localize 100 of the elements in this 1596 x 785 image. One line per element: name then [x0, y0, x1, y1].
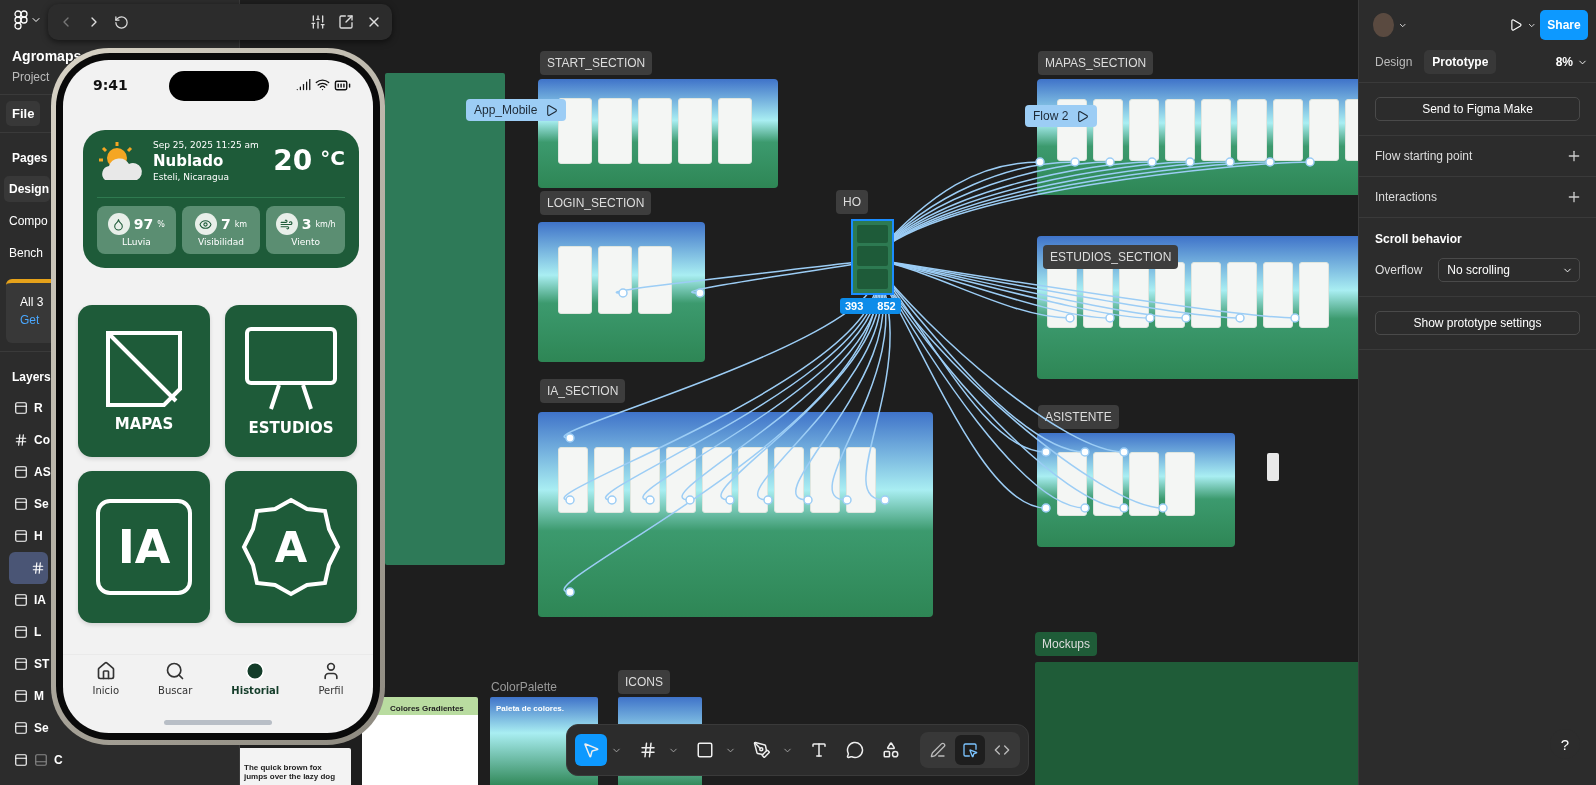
panel-tab[interactable]: Design: [1367, 50, 1421, 74]
connection-dot: [1080, 447, 1090, 457]
comment-icon: [846, 741, 864, 759]
connection-dot: [1041, 447, 1051, 457]
phone-mockup: [1267, 453, 1279, 481]
stat-label: Viento: [291, 237, 321, 247]
page-item[interactable]: Bench: [4, 240, 45, 266]
frame-label: HO: [836, 190, 868, 214]
layer-item[interactable]: C: [6, 744, 63, 776]
nav-label: Buscar: [158, 685, 193, 696]
drop-icon: [112, 217, 126, 231]
flow-tag[interactable]: App_Mobile: [466, 99, 567, 121]
page-item[interactable]: Compo: [4, 208, 49, 234]
section-label: ASISTENTE: [1038, 405, 1119, 429]
figma-logo-icon[interactable]: [14, 10, 28, 30]
screen-thumbnail: [1165, 99, 1195, 161]
mode-button[interactable]: [955, 735, 985, 765]
screen-thumbnail: [718, 98, 752, 164]
layer-item[interactable]: Co: [6, 424, 50, 456]
layer-item[interactable]: [9, 552, 48, 584]
layer-name: C: [54, 753, 63, 767]
screen-thumbnail: [594, 447, 624, 513]
nav-item[interactable]: Historial: [231, 661, 280, 714]
screen-thumbnail: [598, 98, 632, 164]
section-label: IA_SECTION: [540, 379, 626, 403]
screen-thumbnail: [774, 447, 804, 513]
section-label: Mockups: [1035, 632, 1098, 656]
send-to-make-button[interactable]: Send to Figma Make: [1375, 97, 1580, 121]
status-time: 9:41: [93, 77, 128, 93]
frame-icon: [31, 561, 45, 575]
menu-tile[interactable]: A: [225, 471, 357, 623]
connection-dot: [1181, 313, 1191, 323]
menu-tile[interactable]: ESTUDIOS: [225, 305, 357, 457]
stat-label: Visibilidad: [198, 237, 244, 247]
add-icon[interactable]: [1566, 148, 1582, 164]
layer-item[interactable]: H: [6, 520, 43, 552]
pen-icon: [753, 741, 771, 759]
section-title: Flow starting point: [1375, 149, 1473, 163]
project-name: Agromaps: [12, 48, 83, 64]
wind-icon: [280, 217, 294, 231]
connection-dot: [1235, 313, 1245, 323]
nav-item[interactable]: Buscar: [158, 661, 193, 714]
screen-thumbnail: [1273, 99, 1303, 161]
connection-dot: [685, 495, 695, 505]
nav-item[interactable]: Perfil: [318, 661, 344, 714]
restart-icon[interactable]: [114, 14, 129, 30]
layer-item[interactable]: ST: [6, 648, 50, 680]
settings-icon[interactable]: [310, 14, 326, 30]
screen-thumbnail: [846, 447, 876, 513]
screen-thumbnail: [1227, 262, 1257, 328]
wifi-icon: [315, 76, 330, 92]
rectangle-icon: [696, 741, 714, 759]
connection-dot: [1158, 503, 1168, 513]
frame-icon: [639, 741, 657, 759]
flow-tag[interactable]: Flow 2: [1025, 105, 1098, 127]
nav-item[interactable]: Inicio: [92, 661, 119, 714]
connection-dot: [645, 495, 655, 505]
prototype-settings-button[interactable]: Show prototype settings: [1375, 311, 1580, 335]
layer-item[interactable]: Se: [6, 712, 49, 744]
section-icon: [14, 625, 28, 639]
layer-item[interactable]: Se: [6, 488, 49, 520]
screen-thumbnail: [1237, 99, 1267, 161]
tile-label: MAPAS: [114, 415, 174, 433]
eye-icon: [199, 217, 213, 231]
screen-thumbnail: [1191, 262, 1221, 328]
add-icon[interactable]: [1566, 189, 1582, 205]
open-external-icon[interactable]: [338, 14, 354, 30]
flow-name: Flow 2: [1033, 109, 1069, 123]
temperature: 20: [273, 144, 313, 177]
banner-link[interactable]: Get: [20, 313, 40, 327]
section-title: Interactions: [1375, 190, 1438, 204]
badge-outline-icon: [241, 497, 341, 597]
layer-item[interactable]: M: [6, 680, 44, 712]
layer-item[interactable]: AS: [6, 456, 51, 488]
connection-dot: [1105, 313, 1115, 323]
play-icon[interactable]: [1076, 109, 1090, 123]
layer-name: ST: [34, 657, 50, 671]
connection-dot: [695, 288, 705, 298]
screen-thumbnail: [558, 98, 592, 164]
panel-tab[interactable]: Prototype: [1424, 50, 1497, 74]
layer-item[interactable]: R: [6, 392, 43, 424]
menu-tile[interactable]: IA: [78, 471, 210, 623]
zoom-level[interactable]: 8%: [1555, 55, 1573, 69]
nav-label: Perfil: [318, 685, 344, 696]
section-icon: [14, 497, 28, 511]
connection-dot: [1119, 503, 1129, 513]
section-label: START_SECTION: [540, 51, 653, 75]
overflow-select[interactable]: No scrolling: [1438, 258, 1580, 282]
page-item[interactable]: Design: [4, 176, 50, 202]
present-icon[interactable]: [1508, 17, 1523, 33]
flow-name: App_Mobile: [474, 103, 538, 117]
play-icon[interactable]: [545, 103, 559, 117]
connection-dot: [803, 495, 813, 505]
layer-name: AS: [34, 465, 51, 479]
file-tab[interactable]: File: [6, 101, 41, 126]
layer-item[interactable]: IA: [6, 584, 46, 616]
screen-thumbnail: [1309, 99, 1339, 161]
menu-tile[interactable]: MAPAS: [78, 305, 210, 457]
tool-button[interactable]: [575, 734, 607, 766]
layer-item[interactable]: L: [6, 616, 42, 648]
